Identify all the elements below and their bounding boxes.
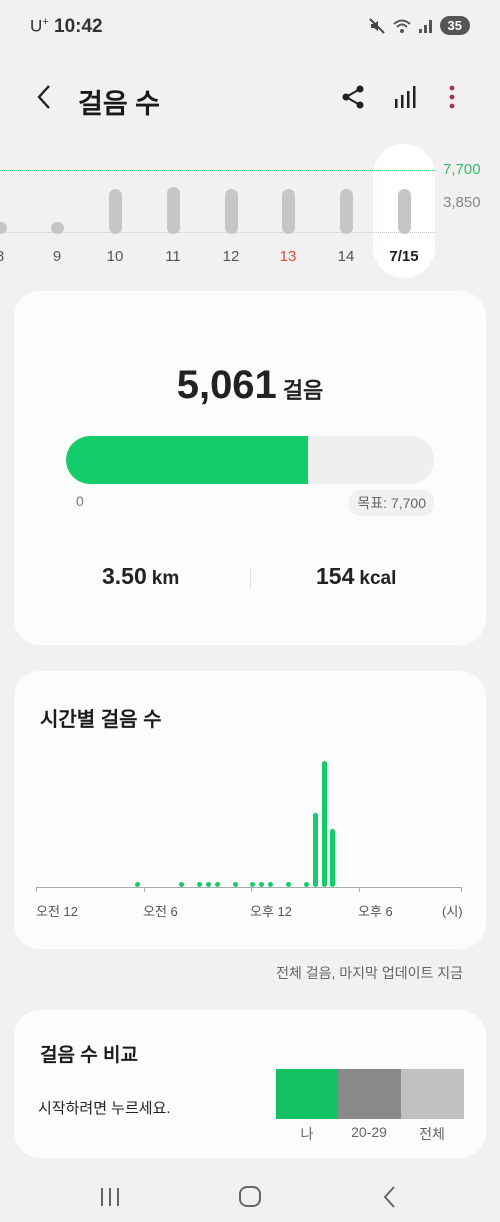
day-bar[interactable]	[340, 189, 353, 234]
system-nav-bar	[0, 1168, 500, 1222]
axis-label-pm6: 오후 6	[358, 904, 393, 919]
metric-divider	[250, 567, 251, 589]
back-nav-icon[interactable]	[370, 1176, 410, 1216]
day-bar[interactable]	[398, 189, 411, 234]
progress-min-label: 0	[76, 493, 84, 509]
compare-title: 걸음 수 비교	[40, 1045, 138, 1066]
hourly-x-axis	[36, 887, 461, 888]
bar-chart-icon[interactable]	[390, 82, 420, 112]
compare-label-me: 나	[300, 1126, 314, 1142]
compare-prompt: 시작하려면 누르세요.	[38, 1100, 171, 1117]
day-bar[interactable]	[282, 189, 295, 234]
axis-tick	[144, 887, 145, 892]
compare-card[interactable]: 걸음 수 비교 시작하려면 누르세요. 나 20-29 전체	[14, 1010, 486, 1158]
mid-axis-label: 3,850	[443, 194, 481, 211]
recent-apps-icon[interactable]	[90, 1176, 130, 1216]
compare-segment-me	[276, 1069, 338, 1119]
axis-tick	[251, 887, 252, 892]
calories-value: 154 kcal	[316, 563, 397, 589]
axis-label-pm12: 오후 12	[250, 904, 292, 919]
steps-summary-card[interactable]: 5,061 걸음 0 목표: 7,700 3.50 km 154 kcal	[14, 291, 486, 645]
axis-tick	[36, 887, 37, 892]
axis-label-unit: (시)	[442, 904, 463, 919]
step-count: 5,061 걸음	[176, 363, 324, 407]
hourly-steps-card[interactable]: 시간별 걸음 수 오전 12 오전 6 오후 12 오후 6 (시)	[14, 671, 486, 949]
battery-badge: 35	[439, 16, 470, 35]
hourly-title: 시간별 걸음 수	[40, 709, 162, 731]
hour-bar	[303, 882, 309, 887]
update-note: 전체 걸음, 마지막 업데이트 지금	[276, 965, 463, 981]
hour-bar	[321, 761, 327, 887]
hour-bar	[312, 813, 318, 887]
axis-tick	[359, 887, 360, 892]
axis-label-am6: 오전 6	[143, 904, 178, 919]
carrier-label: U+	[30, 16, 49, 36]
hour-bar	[205, 882, 211, 887]
day-label[interactable]: 12	[211, 248, 251, 265]
hour-bar	[330, 828, 336, 887]
goal-progress-fill	[66, 436, 308, 484]
day-bar[interactable]	[109, 189, 122, 234]
compare-segment-all	[401, 1069, 464, 1119]
page-title: 걸음 수	[78, 89, 161, 119]
goal-progress-bar	[66, 436, 434, 484]
hour-bar	[134, 882, 140, 887]
day-bar[interactable]	[167, 186, 180, 234]
day-label[interactable]: 13	[268, 248, 308, 265]
goal-line	[0, 170, 435, 171]
home-icon[interactable]	[230, 1176, 270, 1216]
hour-bar	[214, 882, 220, 887]
hour-bar	[196, 882, 202, 887]
day-label[interactable]: 14	[326, 248, 366, 265]
day-label[interactable]: 7/15	[384, 248, 424, 265]
compare-label-age: 20-29	[351, 1124, 387, 1140]
weekly-steps-strip[interactable]: 7,700 3,850 89 10 11 12 13 14 7/15	[0, 140, 500, 280]
axis-tick	[461, 887, 462, 892]
app-header: 걸음 수	[0, 70, 500, 126]
axis-label-am12: 오전 12	[36, 904, 78, 919]
compare-segment-age	[338, 1069, 401, 1119]
hour-bar	[232, 882, 238, 887]
day-label[interactable]: 8	[0, 248, 20, 265]
compare-label-all: 전체	[419, 1126, 445, 1142]
clock: 10:42	[54, 16, 103, 37]
share-icon[interactable]	[338, 82, 368, 112]
mute-icon	[368, 17, 385, 34]
goal-badge: 목표: 7,700	[349, 490, 434, 516]
back-arrow-icon[interactable]	[30, 82, 60, 112]
day-label[interactable]: 11	[153, 248, 193, 265]
more-options-icon[interactable]	[437, 82, 467, 112]
day-bar[interactable]	[51, 222, 64, 234]
day-label[interactable]: 9	[37, 248, 77, 265]
day-label[interactable]: 10	[95, 248, 135, 265]
distance-value: 3.50 km	[102, 563, 180, 589]
signal-icon	[418, 19, 432, 33]
goal-axis-label: 7,700	[443, 161, 481, 178]
day-bar[interactable]	[225, 189, 238, 234]
wifi-icon	[392, 19, 411, 33]
status-bar: U+ 10:42 35	[0, 0, 500, 56]
status-icons: 35	[368, 16, 470, 35]
baseline	[0, 232, 435, 233]
hour-bar	[285, 882, 291, 887]
